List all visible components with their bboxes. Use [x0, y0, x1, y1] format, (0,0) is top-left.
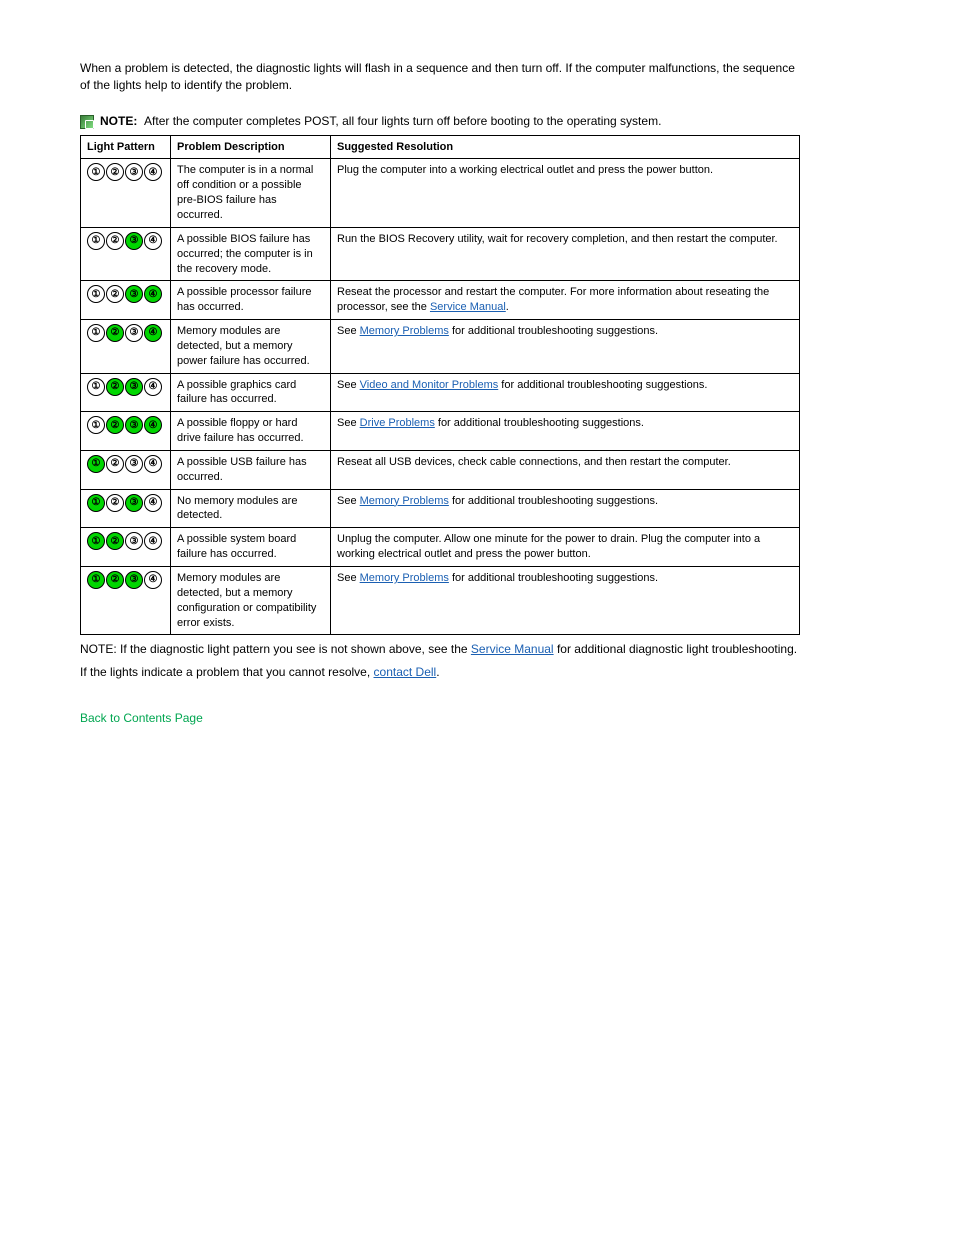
light-pattern-cell: ①②③④ [81, 450, 171, 489]
problem-description-cell: Memory modules are detected, but a memor… [171, 567, 331, 635]
diagnostic-light-2: ② [106, 571, 124, 589]
diagnostic-light-1: ① [87, 416, 105, 434]
diagnostic-light-4: ④ [144, 532, 162, 550]
diagnostic-light-2: ② [106, 324, 124, 342]
diagnostic-light-3: ③ [125, 532, 143, 550]
table-row: ①②③④The computer is in a normal off cond… [81, 159, 800, 227]
problem-description-cell: A possible system board failure has occu… [171, 528, 331, 567]
diagnostic-light-3: ③ [125, 232, 143, 250]
diagnostic-light-1: ① [87, 163, 105, 181]
diagnostic-light-3: ③ [125, 163, 143, 181]
diagnostic-light-1: ① [87, 324, 105, 342]
diagnostic-light-4: ④ [144, 285, 162, 303]
diagnostic-light-3: ③ [125, 416, 143, 434]
problem-description-cell: A possible floppy or hard drive failure … [171, 412, 331, 451]
note-block: NOTE: After the computer completes POST,… [80, 114, 874, 129]
resolution-cell: Plug the computer into a working electri… [331, 159, 800, 227]
table-row: ①②③④A possible BIOS failure has occurred… [81, 227, 800, 281]
diagnostic-light-3: ③ [125, 455, 143, 473]
table-row: ①②③④A possible graphics card failure has… [81, 373, 800, 412]
diagnostic-light-3: ③ [125, 324, 143, 342]
light-pattern-cell: ①②③④ [81, 528, 171, 567]
diagnostic-light-1: ① [87, 571, 105, 589]
diagnostic-light-2: ② [106, 232, 124, 250]
closing-note: NOTE: If the diagnostic light pattern yo… [80, 641, 800, 658]
diagnostic-light-1: ① [87, 532, 105, 550]
diagnostic-light-2: ② [106, 455, 124, 473]
resolution-cell: See Memory Problems for additional troub… [331, 489, 800, 528]
table-row: ①②③④A possible processor failure has occ… [81, 281, 800, 320]
light-pattern-cell: ①②③④ [81, 567, 171, 635]
resolution-cell: Unplug the computer. Allow one minute fo… [331, 528, 800, 567]
resolution-cell: See Drive Problems for additional troubl… [331, 412, 800, 451]
light-pattern-cell: ①②③④ [81, 159, 171, 227]
problem-description-cell: No memory modules are detected. [171, 489, 331, 528]
diagnostic-light-2: ② [106, 378, 124, 396]
col-header-light-pattern: Light Pattern [81, 135, 171, 159]
diagnostic-light-1: ① [87, 285, 105, 303]
diagnostic-light-4: ④ [144, 232, 162, 250]
table-row: ①②③④A possible USB failure has occurred.… [81, 450, 800, 489]
diagnostic-light-2: ② [106, 163, 124, 181]
resolution-cell: Reseat the processor and restart the com… [331, 281, 800, 320]
diagnostic-light-2: ② [106, 532, 124, 550]
light-pattern-cell: ①②③④ [81, 227, 171, 281]
diagnostic-light-2: ② [106, 494, 124, 512]
diagnostic-light-4: ④ [144, 455, 162, 473]
resolution-cell: Reseat all USB devices, check cable conn… [331, 450, 800, 489]
problem-description-cell: A possible USB failure has occurred. [171, 450, 331, 489]
light-pattern-cell: ①②③④ [81, 412, 171, 451]
diagnostic-light-4: ④ [144, 324, 162, 342]
resolution-cell: See Memory Problems for additional troub… [331, 320, 800, 374]
table-row: ①②③④Memory modules are detected, but a m… [81, 320, 800, 374]
note-icon [80, 115, 94, 129]
diagnostic-light-2: ② [106, 416, 124, 434]
light-pattern-cell: ①②③④ [81, 281, 171, 320]
problem-description-cell: A possible graphics card failure has occ… [171, 373, 331, 412]
back-to-contents-link[interactable]: Back to Contents Page [80, 711, 203, 725]
resolution-cell: See Memory Problems for additional troub… [331, 567, 800, 635]
diagnostic-light-1: ① [87, 378, 105, 396]
problem-description-cell: Memory modules are detected, but a memor… [171, 320, 331, 374]
col-header-res: Suggested Resolution [331, 135, 800, 159]
table-row: ①②③④A possible floppy or hard drive fail… [81, 412, 800, 451]
light-pattern-cell: ①②③④ [81, 373, 171, 412]
intro-paragraph: When a problem is detected, the diagnost… [80, 60, 800, 94]
diagnostic-light-1: ① [87, 494, 105, 512]
closing-text: If the lights indicate a problem that yo… [80, 664, 800, 681]
diagnostic-lights-table: Light Pattern Problem Description Sugges… [80, 135, 800, 636]
light-pattern-cell: ①②③④ [81, 489, 171, 528]
diagnostic-light-4: ④ [144, 571, 162, 589]
resolution-cell: Run the BIOS Recovery utility, wait for … [331, 227, 800, 281]
light-pattern-cell: ①②③④ [81, 320, 171, 374]
diagnostic-light-3: ③ [125, 285, 143, 303]
diagnostic-light-3: ③ [125, 378, 143, 396]
diagnostic-light-2: ② [106, 285, 124, 303]
problem-description-cell: A possible BIOS failure has occurred; th… [171, 227, 331, 281]
diagnostic-light-3: ③ [125, 494, 143, 512]
diagnostic-light-4: ④ [144, 378, 162, 396]
diagnostic-light-4: ④ [144, 416, 162, 434]
table-row: ①②③④Memory modules are detected, but a m… [81, 567, 800, 635]
problem-description-cell: A possible processor failure has occurre… [171, 281, 331, 320]
problem-description-cell: The computer is in a normal off conditio… [171, 159, 331, 227]
note-text: After the computer completes POST, all f… [144, 114, 661, 128]
resolution-cell: See Video and Monitor Problems for addit… [331, 373, 800, 412]
col-header-desc: Problem Description [171, 135, 331, 159]
diagnostic-light-3: ③ [125, 571, 143, 589]
diagnostic-light-4: ④ [144, 494, 162, 512]
diagnostic-light-1: ① [87, 232, 105, 250]
table-row: ①②③④A possible system board failure has … [81, 528, 800, 567]
note-label: NOTE: [100, 114, 137, 128]
table-row: ①②③④No memory modules are detected.See M… [81, 489, 800, 528]
diagnostic-light-4: ④ [144, 163, 162, 181]
diagnostic-light-1: ① [87, 455, 105, 473]
